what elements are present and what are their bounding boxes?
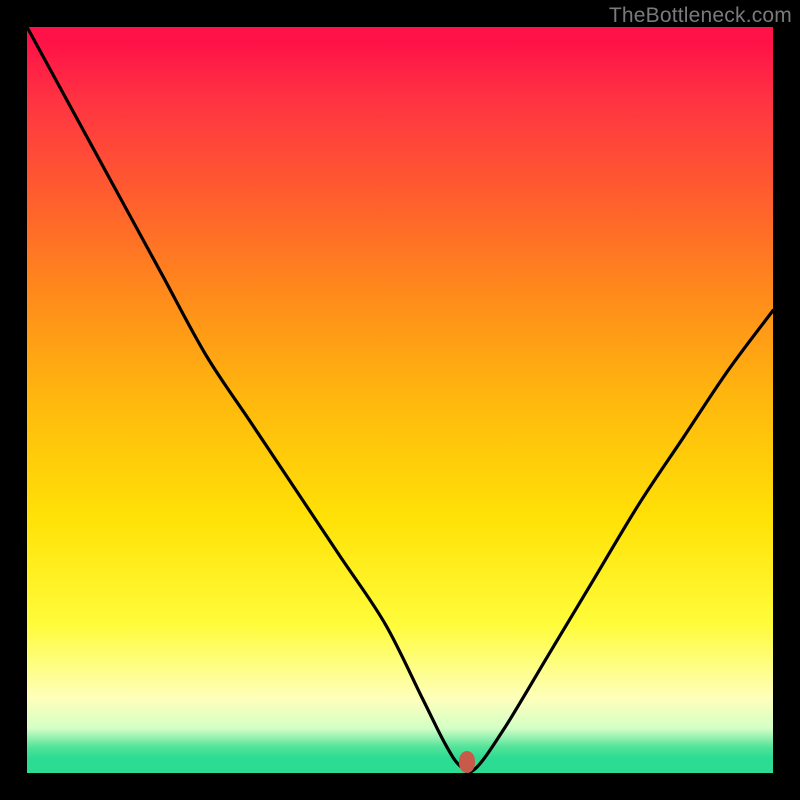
chart-frame: TheBottleneck.com xyxy=(0,0,800,800)
minimum-marker xyxy=(459,751,475,773)
bottleneck-curve xyxy=(27,27,773,773)
plot-area xyxy=(27,27,773,773)
watermark-text: TheBottleneck.com xyxy=(609,4,792,28)
